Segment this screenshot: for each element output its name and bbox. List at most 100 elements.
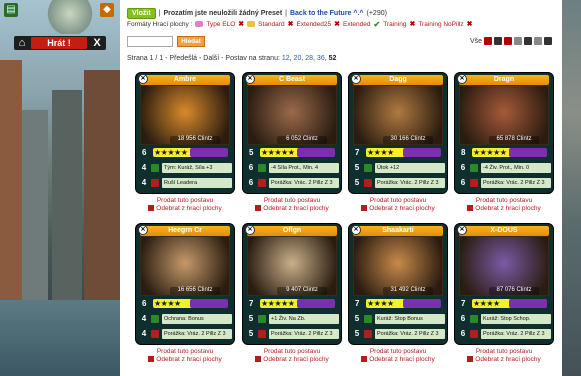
card-price: 30 166 Clintz [383,136,433,144]
game-background: ▤ ◆ ⌂ Hrát ! X [0,0,120,376]
remove-link[interactable]: Odebrat z hrací plochy [454,205,554,212]
clan-icon: ✕ [457,225,467,235]
bonus-row: 6 Porážka: Vráz. 2 Pillz Z 3 [459,328,551,339]
remove-link[interactable]: Odebrat z hrací plochy [135,356,235,363]
remove-link[interactable]: Odebrat z hrací plochy [135,205,235,212]
clan-icon[interactable] [494,37,503,45]
remove-label: Odebrat z hrací plochy [263,205,329,212]
ability-icon [258,163,266,172]
page-size-link[interactable]: 52 [329,55,337,62]
bonus-text: Ruší Leadera [162,177,232,188]
bonus-icon [470,178,478,187]
format-type-elo[interactable]: Type ELO [206,21,235,28]
sell-link[interactable]: Prodat tuto postavu [454,197,554,204]
card-title: ✕ Oflgn [245,225,337,236]
remove-link[interactable]: Odebrat z hrací plochy [242,205,342,212]
card-price: 18 956 Clintz [170,136,220,144]
remove-icon [255,205,262,212]
bonus-icon [151,329,159,338]
ability-row: 5 Kuráž: Stop Bonus [353,313,445,324]
card-level: 6 [142,299,147,308]
bonus-text: Porážka: Vrác. 2 Pillz Z 3 [375,177,445,188]
remove-label: Odebrat z hrací plochy [156,356,222,363]
sell-link[interactable]: Prodat tuto postavu [242,197,342,204]
remove-icon [467,356,474,363]
clan-icon[interactable] [484,37,493,45]
remove-label: Odebrat z hrací plochy [475,205,541,212]
character-card[interactable]: ✕ Heegrn Cr 16 656 Clintz 6 ★★★★ 4 Ochra… [135,223,235,345]
formats-row: Formáty Hrací plochy : Type ELO ✖ Standa… [127,19,472,29]
ability-text: -4 Živ. Prot., Min. 0 [481,162,551,173]
search-input[interactable] [127,36,173,47]
character-card[interactable]: ✕ Shaakarti 31 492 Clintz 7 ★★★★ 5 Kuráž… [348,223,448,345]
cross-icon: ✖ [409,21,416,28]
play-button[interactable]: Hrát ! [31,37,87,49]
page-size-link[interactable]: 12 [282,55,290,62]
remove-link[interactable]: Odebrat z hrací plochy [242,356,342,363]
bonus-row: 4 Ruší Leadera [140,177,232,188]
filter-all[interactable]: Vše [470,38,482,45]
remove-link[interactable]: Odebrat z hrací plochy [348,356,448,363]
sell-link[interactable]: Prodat tuto postavu [242,348,342,355]
bonus-text: Porážka: Vráz. 2 Pillz Z 3 [481,328,551,339]
card-level: 8 [461,148,466,157]
back-link[interactable]: Back to the Future ^.^ [290,10,364,17]
sell-link[interactable]: Prodat tuto postavu [348,197,448,204]
character-card[interactable]: ✕ Dragn 65 878 Clintz 8 ★★★★★ 6 -4 Živ. … [454,72,554,194]
power-value: 5 [354,314,360,323]
sell-link[interactable]: Prodat tuto postavu [135,348,235,355]
card-name: Oflgn [282,227,302,234]
card-level: 5 [249,148,254,157]
insert-button[interactable]: Vložit [127,7,156,19]
clan-icon[interactable] [524,37,533,45]
page-size-link[interactable]: 28 [305,55,313,62]
sell-link[interactable]: Prodat tuto postavu [348,348,448,355]
format-training-nopillz[interactable]: Training NoPillz [418,21,463,28]
card-level: 7 [355,299,360,308]
separator: | [158,9,161,17]
clan-icon: ✕ [245,74,255,84]
format-training[interactable]: Training [383,21,406,28]
card-price: 31 492 Clintz [383,287,433,295]
power-value: 4 [141,163,147,172]
character-card[interactable]: ✕ C Beast 6 052 Clintz 5 ★★★★★ 6 -4 Síla… [242,72,342,194]
clan-icon: ✕ [351,74,361,84]
format-extended25[interactable]: Extended25 [296,21,331,28]
remove-icon [255,356,262,363]
character-card[interactable]: ✕ Dagg 30 166 Clintz 7 ★★★★ 5 Útok +12 5… [348,72,448,194]
close-icon[interactable]: X [91,37,103,49]
home-icon[interactable]: ⌂ [16,37,28,49]
format-standard[interactable]: Standard [258,21,284,28]
clan-icon[interactable] [514,37,523,45]
clan-icon: ✕ [245,225,255,235]
sell-link[interactable]: Prodat tuto postavu [135,197,235,204]
remove-label: Odebrat z hrací plochy [263,356,329,363]
format-extended[interactable]: Extended [343,21,370,28]
sell-link[interactable]: Prodat tuto postavu [454,348,554,355]
clan-icon[interactable] [504,37,513,45]
damage-value: 5 [248,329,254,338]
character-card[interactable]: ✕ X-DOUS 87 076 Clintz 7 ★★★★ 6 Kuráž: S… [454,223,554,345]
character-card[interactable]: ✕ Oflgn 9 407 Clintz 7 ★★★★★ 5 +1 Živ. N… [242,223,342,345]
power-bar [509,148,547,157]
clan-filter: Vše [470,37,553,45]
power-bar [190,148,228,157]
damage-value: 6 [248,178,254,187]
menu-icon[interactable]: ◆ [100,3,114,17]
ability-text: Útok +12 [375,162,445,173]
ability-text: Kuráž: Stop Bonus [375,313,445,324]
search-button[interactable]: Hledat [177,36,205,47]
power-value: 5 [248,314,254,323]
page-size-link[interactable]: 36 [317,55,325,62]
remove-link[interactable]: Odebrat z hrací plochy [454,356,554,363]
clan-icon[interactable] [534,37,543,45]
card-title: ✕ Heegrn Cr [138,225,230,236]
clan-icon[interactable] [544,37,553,45]
map-icon[interactable]: ▤ [4,3,18,17]
remove-link[interactable]: Odebrat z hrací plochy [348,205,448,212]
deck-editor: Vložit | Prozatím jste neuložili žádný P… [120,0,562,376]
card-title: ✕ C Beast [245,74,337,85]
character-card[interactable]: ✕ Ambre 18 956 Clintz 6 ★★★★★ 4 Tým: Kur… [135,72,235,194]
page-size-link[interactable]: 20 [294,55,302,62]
ability-icon [258,314,266,323]
